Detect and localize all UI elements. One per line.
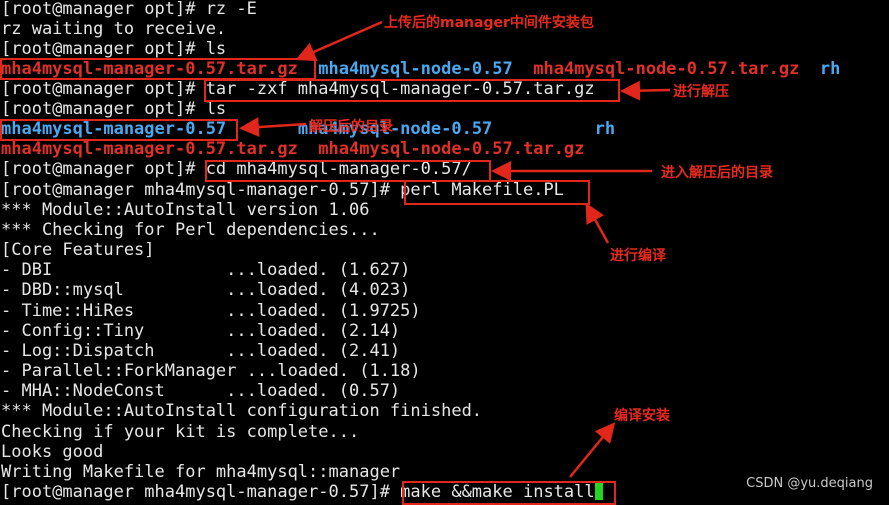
annotation-compile: 进行编译 [610, 248, 666, 264]
terminal-line: - Time::HiRes ...loaded. (1.9725) [1, 301, 421, 321]
highlight-box-cd-command [205, 160, 491, 182]
highlight-box-make-command [402, 481, 616, 505]
highlight-box-extracted-dir [0, 119, 238, 141]
highlight-box-manager-tar [0, 58, 316, 80]
watermark: CSDN @yu.deqiang [746, 476, 873, 491]
terminal-line: - Config::Tiny ...loaded. (2.14) [1, 321, 401, 341]
directory-entry: mha4mysql-node-0.57 [318, 59, 513, 79]
terminal-line: [root@manager opt]# rz -E [1, 0, 257, 19]
directory-entry: rh [594, 119, 616, 139]
terminal-line: - MHA::NodeConst ...loaded. (0.57) [1, 381, 401, 401]
annotation-extract: 进行解压 [673, 84, 729, 100]
directory-entry: rh [819, 59, 841, 79]
annotation-install: 编译安装 [614, 408, 670, 424]
terminal-line: - DBI ...loaded. (1.627) [1, 260, 411, 280]
terminal-line: - DBD::mysql ...loaded. (4.023) [1, 280, 411, 300]
highlight-box-tar-command [204, 79, 620, 102]
terminal-line: *** Checking for Perl dependencies... [1, 220, 380, 240]
highlight-box-perl-command [404, 180, 590, 205]
annotation-enter-dir: 进入解压后的目录 [661, 165, 773, 181]
annotation-extracted-dir: 解压后的目录 [309, 119, 393, 135]
terminal-line: - Log::Dispatch ...loaded. (2.41) [1, 341, 401, 361]
ls-output-row: mha4mysql-manager-0.57.tar.gz mha4mysql-… [1, 139, 584, 159]
terminal-line: *** Module::AutoInstall configuration fi… [1, 401, 483, 421]
archive-file: mha4mysql-node-0.57.tar.gz [318, 139, 585, 159]
archive-file: mha4mysql-node-0.57.tar.gz [533, 59, 800, 79]
terminal-line: [root@manager opt]# ls [1, 99, 227, 119]
archive-file: mha4mysql-manager-0.57.tar.gz [1, 139, 298, 159]
terminal-line: *** Module::AutoInstall version 1.06 [1, 200, 370, 220]
annotation-uploaded-package: 上传后的manager中间件安装包 [384, 15, 594, 31]
terminal-line: [root@manager opt]# ls [1, 39, 227, 59]
terminal-line: - Parallel::ForkManager ...loaded. (1.18… [1, 361, 421, 381]
terminal-line: [Core Features] [1, 240, 155, 260]
terminal-line: Looks good [1, 442, 104, 462]
terminal-line: rz waiting to receive. [1, 19, 227, 39]
terminal-line: Checking if your kit is complete... [1, 422, 360, 442]
terminal-line: Writing Makefile for mha4mysql::manager [1, 462, 401, 482]
